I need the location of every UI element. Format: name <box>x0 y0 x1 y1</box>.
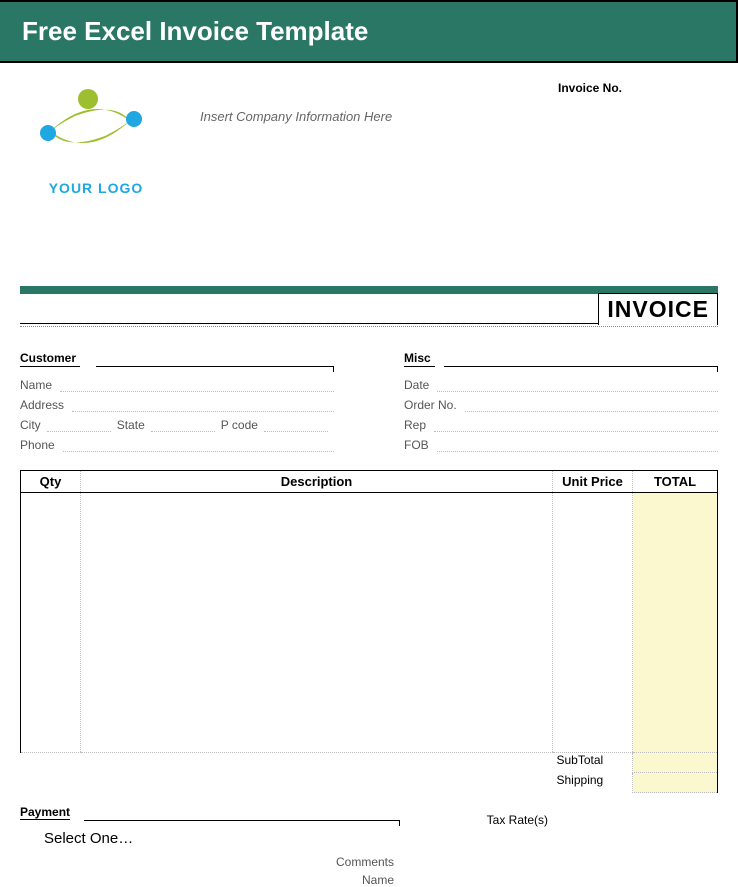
misc-date-label: Date <box>404 378 429 392</box>
misc-orderno-row[interactable]: Order No. <box>404 398 718 412</box>
tax-rate-area: Tax Rate(s) <box>487 803 718 827</box>
invoice-title: INVOICE <box>598 293 718 325</box>
misc-fob-label: FOB <box>404 438 429 452</box>
banner: Free Excel Invoice Template <box>0 0 738 63</box>
customer-address-label: Address <box>20 398 64 412</box>
misc-box-outline <box>444 366 718 372</box>
company-logo-icon <box>20 81 170 176</box>
customer-name-row[interactable]: Name <box>20 378 334 392</box>
subtotal-row: SubTotal <box>21 753 718 773</box>
table-header-row: Qty Description Unit Price TOTAL <box>21 471 718 493</box>
cell-qty[interactable] <box>21 493 81 753</box>
customer-address-line <box>72 398 334 412</box>
misc-orderno-label: Order No. <box>404 398 457 412</box>
customer-state-label: State <box>117 418 145 432</box>
customer-address-row[interactable]: Address <box>20 398 334 412</box>
customer-city-label: City <box>20 418 41 432</box>
misc-heading: Misc <box>404 351 435 367</box>
header-unitprice: Unit Price <box>553 471 633 493</box>
comments-name-label: Name <box>20 873 400 887</box>
customer-name-line <box>60 378 334 392</box>
customer-city-row[interactable]: City State P code <box>20 418 334 432</box>
cell-description[interactable] <box>81 493 553 753</box>
customer-city-line <box>47 418 111 432</box>
payment-select[interactable]: Select One… <box>20 826 400 847</box>
company-info-placeholder[interactable]: Insert Company Information Here <box>200 109 392 124</box>
misc-box: Misc Date Order No. Rep FOB <box>404 349 718 452</box>
payment-box: Payment Select One… Comments Name <box>20 803 400 887</box>
customer-box-outline <box>96 366 334 372</box>
customer-box: Customer Name Address City State P code … <box>20 349 334 452</box>
cell-unitprice[interactable] <box>553 493 633 753</box>
header-dotted-line <box>20 325 718 327</box>
subtotal-value[interactable] <box>633 753 718 773</box>
misc-rep-line <box>434 418 718 432</box>
customer-heading: Customer <box>20 351 80 367</box>
customer-phone-row[interactable]: Phone <box>20 438 334 452</box>
misc-rep-row[interactable]: Rep <box>404 418 718 432</box>
invoice-number-label: Invoice No. <box>558 81 718 95</box>
customer-pcode-line <box>264 418 328 432</box>
info-boxes-row: Customer Name Address City State P code … <box>20 349 718 452</box>
subtotal-label: SubTotal <box>553 753 633 773</box>
misc-orderno-line <box>465 398 718 412</box>
customer-state-line <box>151 418 215 432</box>
misc-fob-line <box>437 438 718 452</box>
logo-container: YOUR LOGO <box>20 81 170 196</box>
header-total: TOTAL <box>633 471 718 493</box>
banner-title: Free Excel Invoice Template <box>22 16 714 47</box>
payment-heading: Payment <box>20 805 70 820</box>
misc-date-row[interactable]: Date <box>404 378 718 392</box>
invoice-number-area: Invoice No. <box>558 81 718 95</box>
table-body-row[interactable] <box>21 493 718 753</box>
footer-row: Payment Select One… Comments Name Tax Ra… <box>20 803 718 887</box>
header-row: YOUR LOGO Insert Company Information Her… <box>20 81 718 196</box>
customer-phone-line <box>63 438 334 452</box>
logo-text: YOUR LOGO <box>22 180 170 196</box>
shipping-label: Shipping <box>553 773 633 793</box>
comments-label: Comments <box>20 855 400 869</box>
header-qty: Qty <box>21 471 81 493</box>
invoice-title-row: INVOICE <box>20 294 718 324</box>
customer-pcode-label: P code <box>221 418 258 432</box>
misc-rep-label: Rep <box>404 418 426 432</box>
document-body: YOUR LOGO Insert Company Information Her… <box>0 63 738 887</box>
misc-fob-row[interactable]: FOB <box>404 438 718 452</box>
shipping-row: Shipping <box>21 773 718 793</box>
line-items-table: Qty Description Unit Price TOTAL SubTota… <box>20 470 718 793</box>
customer-name-label: Name <box>20 378 52 392</box>
cell-total[interactable] <box>633 493 718 753</box>
misc-date-line <box>437 378 718 392</box>
tax-rate-label: Tax Rate(s) <box>487 813 548 827</box>
shipping-value[interactable] <box>633 773 718 793</box>
header-description: Description <box>81 471 553 493</box>
customer-phone-label: Phone <box>20 438 55 452</box>
